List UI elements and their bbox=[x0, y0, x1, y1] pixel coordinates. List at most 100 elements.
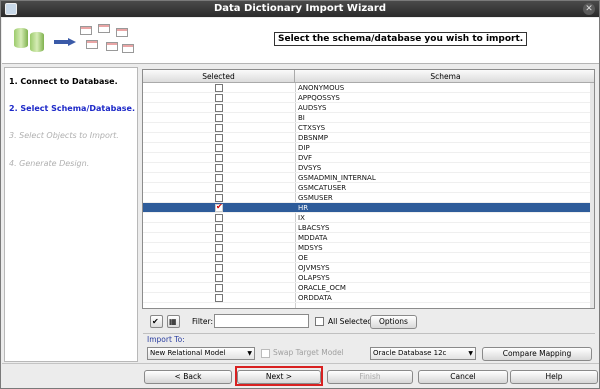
step-connect[interactable]: 1. Connect to Database. bbox=[9, 77, 118, 86]
database-type-select[interactable]: Oracle Database 12c ▼ bbox=[370, 347, 476, 360]
table-row[interactable]: DVSYS bbox=[143, 163, 594, 173]
row-checkbox[interactable] bbox=[215, 244, 223, 252]
row-checkbox[interactable] bbox=[215, 194, 223, 202]
row-checkbox[interactable] bbox=[215, 184, 223, 192]
window-title: Data Dictionary Import Wizard bbox=[213, 3, 387, 14]
options-button[interactable]: Options bbox=[370, 315, 417, 329]
table-row[interactable]: GSMADMIN_INTERNAL bbox=[143, 173, 594, 183]
compare-mapping-button[interactable]: Compare Mapping bbox=[482, 347, 592, 361]
all-selected-checkbox[interactable] bbox=[315, 317, 324, 326]
row-checkbox[interactable]: ✔ bbox=[215, 202, 223, 212]
database-type-value: Oracle Database 12c bbox=[373, 349, 447, 357]
schema-name: OLAPSYS bbox=[298, 274, 330, 282]
schema-name: CTXSYS bbox=[298, 124, 326, 132]
row-checkbox[interactable] bbox=[215, 284, 223, 292]
step-select-objects: 3. Select Objects to Import. bbox=[9, 131, 119, 140]
help-button[interactable]: Help bbox=[510, 370, 598, 384]
table-row[interactable]: BI bbox=[143, 113, 594, 123]
table-row[interactable]: LBACSYS bbox=[143, 223, 594, 233]
table-row[interactable]: DVF bbox=[143, 153, 594, 163]
schema-name: DBSNMP bbox=[298, 134, 329, 142]
table-row[interactable]: OLAPSYS bbox=[143, 273, 594, 283]
schema-name: LBACSYS bbox=[298, 224, 330, 232]
vertical-scrollbar[interactable] bbox=[590, 83, 594, 308]
wizard-window: Data Dictionary Import Wizard ✕ Select t… bbox=[0, 0, 600, 389]
table-row[interactable]: OE bbox=[143, 253, 594, 263]
row-checkbox[interactable] bbox=[215, 144, 223, 152]
title-bar: Data Dictionary Import Wizard ✕ bbox=[1, 1, 599, 17]
table-row[interactable]: ORACLE_OCM bbox=[143, 283, 594, 293]
filter-label: Filter: bbox=[192, 317, 213, 326]
row-checkbox[interactable] bbox=[215, 164, 223, 172]
schema-name: IX bbox=[298, 214, 305, 222]
cancel-button[interactable]: Cancel bbox=[418, 370, 508, 384]
row-checkbox[interactable] bbox=[215, 154, 223, 162]
schema-table: Selected Schema ANONYMOUS APPQOSSYS AUDSYS… bbox=[142, 69, 595, 309]
table-row[interactable]: MDSYS bbox=[143, 243, 594, 253]
table-row[interactable]: DIP bbox=[143, 143, 594, 153]
table-row[interactable]: GSMCATUSER bbox=[143, 183, 594, 193]
row-checkbox[interactable] bbox=[215, 134, 223, 142]
row-checkbox[interactable] bbox=[215, 224, 223, 232]
schema-name: ORDDATA bbox=[298, 294, 332, 302]
schema-name: DVSYS bbox=[298, 164, 322, 172]
step-select-schema[interactable]: 2. Select Schema/Database. bbox=[9, 104, 135, 113]
table-row[interactable]: AUDSYS bbox=[143, 103, 594, 113]
row-checkbox[interactable] bbox=[215, 234, 223, 242]
table-row[interactable]: CTXSYS bbox=[143, 123, 594, 133]
steps-panel: 1. Connect to Database. 2. Select Schema… bbox=[4, 67, 138, 362]
button-bar: < Back Next > Finish Cancel Help bbox=[2, 363, 599, 388]
row-checkbox[interactable] bbox=[215, 264, 223, 272]
table-row[interactable]: GSMUSER bbox=[143, 193, 594, 203]
table-row[interactable]: APPQOSSYS bbox=[143, 93, 594, 103]
wizard-header: Select the schema/database you wish to i… bbox=[2, 18, 599, 64]
row-checkbox[interactable] bbox=[215, 84, 223, 92]
column-header-selected[interactable]: Selected bbox=[143, 70, 295, 83]
column-header-schema[interactable]: Schema bbox=[295, 70, 594, 83]
schema-name: MDSYS bbox=[298, 244, 323, 252]
schema-name: OJVMSYS bbox=[298, 264, 330, 272]
chevron-down-icon: ▼ bbox=[468, 350, 473, 357]
import-to-section: Import To: New Relational Model ▼ Swap Ta… bbox=[143, 333, 595, 361]
row-checkbox[interactable] bbox=[215, 174, 223, 182]
next-button[interactable]: Next > bbox=[237, 370, 321, 384]
all-selected-label: All Selected bbox=[328, 317, 373, 326]
select-all-icon[interactable]: ✔ bbox=[150, 315, 163, 328]
check-icon: ✔ bbox=[216, 202, 223, 211]
table-row[interactable]: IX bbox=[143, 213, 594, 223]
table-row[interactable]: ✔ HR bbox=[143, 202, 594, 213]
schema-name: DIP bbox=[298, 144, 310, 152]
deselect-all-icon[interactable]: ▦ bbox=[167, 315, 180, 328]
import-to-label: Import To: bbox=[147, 335, 185, 344]
finish-button: Finish bbox=[327, 370, 413, 384]
target-model-select[interactable]: New Relational Model ▼ bbox=[147, 347, 255, 360]
schema-illustration-icon bbox=[10, 24, 138, 60]
table-row[interactable]: DBSNMP bbox=[143, 133, 594, 143]
back-button[interactable]: < Back bbox=[144, 370, 232, 384]
main-panel: Selected Schema ANONYMOUS APPQOSSYS AUDSYS… bbox=[141, 67, 598, 362]
row-checkbox[interactable] bbox=[215, 124, 223, 132]
table-row[interactable]: ORDDATA bbox=[143, 293, 594, 303]
filter-input[interactable] bbox=[214, 314, 309, 328]
filter-toolbar: ✔ ▦ Filter: All Selected Options bbox=[142, 311, 596, 331]
row-checkbox[interactable] bbox=[215, 94, 223, 102]
row-checkbox[interactable] bbox=[215, 114, 223, 122]
table-row[interactable]: OJVMSYS bbox=[143, 263, 594, 273]
header-instruction: Select the schema/database you wish to i… bbox=[274, 32, 528, 46]
schema-name: GSMADMIN_INTERNAL bbox=[298, 174, 376, 182]
target-model-value: New Relational Model bbox=[150, 349, 226, 357]
row-checkbox[interactable] bbox=[215, 254, 223, 262]
table-row[interactable]: MDDATA bbox=[143, 233, 594, 243]
schema-name: HR bbox=[298, 204, 309, 212]
schema-name: DVF bbox=[298, 154, 313, 162]
table-row[interactable]: ANONYMOUS bbox=[143, 83, 594, 93]
row-checkbox[interactable] bbox=[215, 274, 223, 282]
close-icon[interactable]: ✕ bbox=[583, 3, 595, 15]
schema-name: MDDATA bbox=[298, 234, 328, 242]
step-generate-design: 4. Generate Design. bbox=[9, 159, 90, 168]
row-checkbox[interactable] bbox=[215, 294, 223, 302]
row-checkbox[interactable] bbox=[215, 214, 223, 222]
app-icon bbox=[5, 3, 17, 15]
schema-name: GSMUSER bbox=[298, 194, 333, 202]
row-checkbox[interactable] bbox=[215, 104, 223, 112]
